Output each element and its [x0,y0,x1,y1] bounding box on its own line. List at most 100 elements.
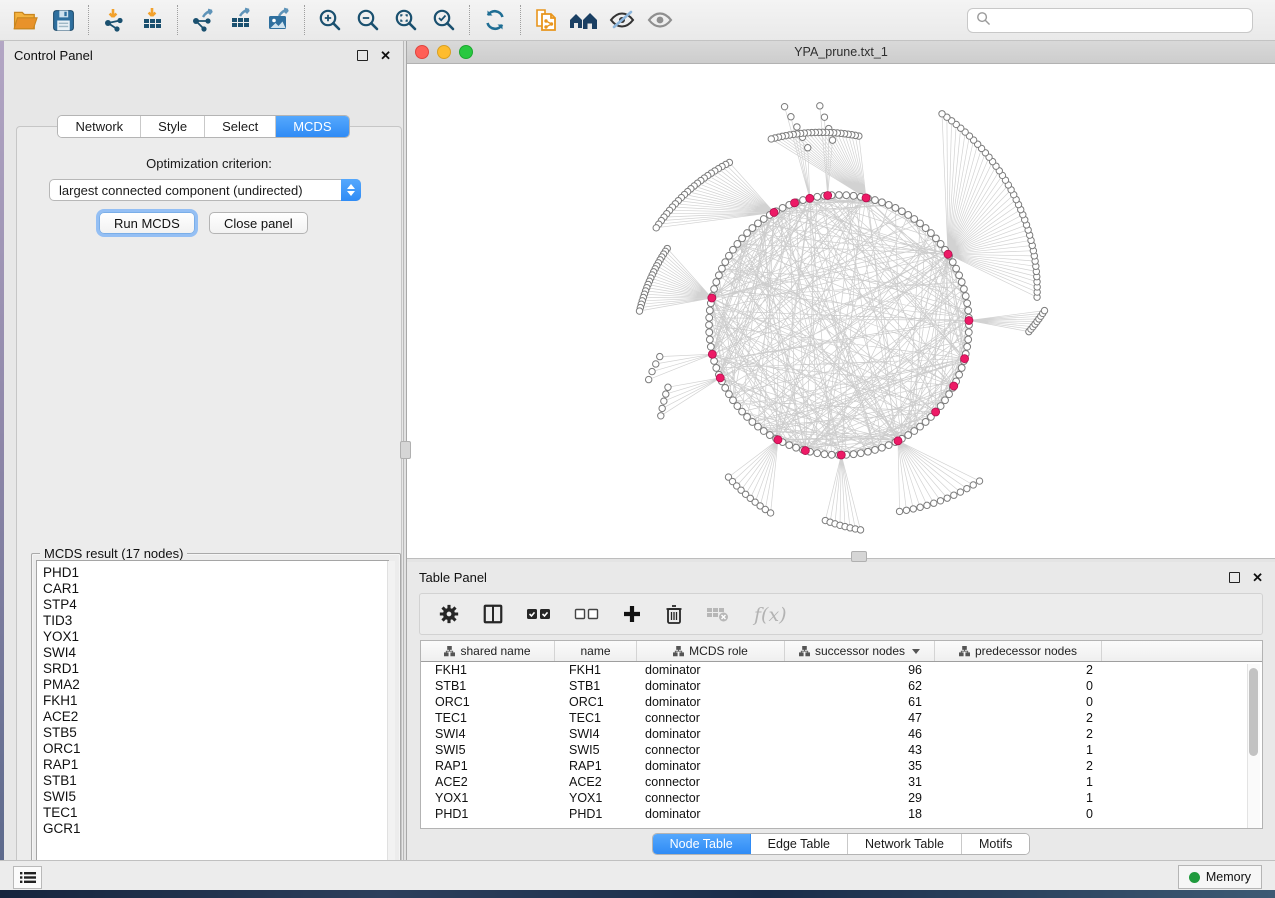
float-table-panel-icon[interactable] [1229,572,1240,583]
close-panel-button[interactable]: Close panel [209,212,308,234]
table-cell-shared-name[interactable]: PHD1 [421,807,555,821]
table-cell-shared-name[interactable]: RAP1 [421,759,555,773]
open-file-button[interactable] [6,3,44,37]
memory-button[interactable]: Memory [1178,865,1262,889]
tab-node-table[interactable]: Node Table [653,834,751,854]
network-window-titlebar[interactable]: YPA_prune.txt_1 [407,41,1275,64]
close-table-panel-icon[interactable]: ✕ [1252,573,1263,582]
hide-selected-button[interactable] [603,3,641,37]
table-cell-predecessor-nodes[interactable]: 0 [935,695,1102,709]
refresh-view-button[interactable] [476,3,514,37]
table-cell-mcds-role[interactable]: dominator [637,663,785,677]
mcds-result-item[interactable]: RAP1 [43,757,388,773]
table-row[interactable]: YOX1YOX1connector291 [421,790,1262,806]
network-canvas[interactable] [407,64,1275,558]
column-header-name[interactable]: name [555,641,637,661]
mcds-result-item[interactable]: PMA2 [43,677,388,693]
mcds-result-item[interactable]: STP4 [43,597,388,613]
table-scrollbar[interactable] [1247,664,1260,828]
tab-motifs[interactable]: Motifs [962,834,1029,854]
mcds-result-item[interactable]: TEC1 [43,805,388,821]
column-header-shared-name[interactable]: shared name [421,641,555,661]
session-docs-button[interactable] [527,3,565,37]
table-cell-shared-name[interactable]: TEC1 [421,711,555,725]
mcds-result-item[interactable]: TID3 [43,613,388,629]
select-all-columns-button[interactable] [526,606,552,622]
mcds-list-scrollbar[interactable] [387,561,395,898]
float-panel-icon[interactable] [357,50,368,61]
mcds-result-item[interactable]: ACE2 [43,709,388,725]
table-row[interactable]: SWI4SWI4dominator462 [421,726,1262,742]
table-cell-mcds-role[interactable]: dominator [637,679,785,693]
table-cell-shared-name[interactable]: ORC1 [421,695,555,709]
table-cell-predecessor-nodes[interactable]: 1 [935,775,1102,789]
table-cell-name[interactable]: SWI5 [555,743,637,757]
mcds-result-item[interactable]: PHD1 [43,565,388,581]
import-table-button[interactable] [133,3,171,37]
table-cell-successor-nodes[interactable]: 31 [785,775,935,789]
table-cell-successor-nodes[interactable]: 18 [785,807,935,821]
criterion-dropdown[interactable]: largest connected component (undirected) [49,179,361,201]
table-cell-name[interactable]: ORC1 [555,695,637,709]
table-scrollbar-thumb[interactable] [1249,668,1258,756]
table-cell-mcds-role[interactable]: connector [637,711,785,725]
vertical-splitter-grip[interactable] [400,441,411,459]
network-graph[interactable] [407,64,1275,558]
show-column-browser-button[interactable] [482,603,504,625]
table-cell-predecessor-nodes[interactable]: 1 [935,743,1102,757]
save-session-button[interactable] [44,3,82,37]
table-cell-predecessor-nodes[interactable]: 0 [935,807,1102,821]
table-cell-name[interactable]: FKH1 [555,663,637,677]
table-cell-shared-name[interactable]: FKH1 [421,663,555,677]
table-cell-name[interactable]: TEC1 [555,711,637,725]
table-cell-name[interactable]: PHD1 [555,807,637,821]
delete-column-button[interactable] [664,603,684,625]
table-row[interactable]: SWI5SWI5connector431 [421,742,1262,758]
export-image-button[interactable] [260,3,298,37]
tab-network[interactable]: Network [58,116,141,137]
column-header-successor-nodes[interactable]: successor nodes [785,641,935,661]
mcds-result-item[interactable]: SRD1 [43,661,388,677]
table-cell-mcds-role[interactable]: connector [637,743,785,757]
table-cell-mcds-role[interactable]: connector [637,775,785,789]
table-cell-successor-nodes[interactable]: 35 [785,759,935,773]
import-network-button[interactable] [95,3,133,37]
table-cell-predecessor-nodes[interactable]: 2 [935,663,1102,677]
create-column-button[interactable] [622,604,642,624]
mcds-result-item[interactable]: SWI4 [43,645,388,661]
zoom-fit-button[interactable] [387,3,425,37]
search-input[interactable] [997,12,1244,29]
table-cell-predecessor-nodes[interactable]: 2 [935,759,1102,773]
export-network-button[interactable] [184,3,222,37]
horizontal-splitter-grip[interactable] [851,551,867,562]
export-table-button[interactable] [222,3,260,37]
table-row[interactable]: FKH1FKH1dominator962 [421,662,1262,678]
table-cell-predecessor-nodes[interactable]: 2 [935,727,1102,741]
table-row[interactable]: ACE2ACE2connector311 [421,774,1262,790]
table-cell-successor-nodes[interactable]: 61 [785,695,935,709]
table-cell-shared-name[interactable]: STB1 [421,679,555,693]
table-cell-name[interactable]: YOX1 [555,791,637,805]
table-cell-successor-nodes[interactable]: 46 [785,727,935,741]
mcds-result-item[interactable]: ORC1 [43,741,388,757]
show-all-button[interactable] [641,3,679,37]
table-cell-shared-name[interactable]: SWI5 [421,743,555,757]
table-cell-name[interactable]: RAP1 [555,759,637,773]
column-header-mcds-role[interactable]: MCDS role [637,641,785,661]
table-cell-name[interactable]: STB1 [555,679,637,693]
zoom-in-button[interactable] [311,3,349,37]
mcds-result-list[interactable]: PHD1CAR1STP4TID3YOX1SWI4SRD1PMA2FKH1ACE2… [36,560,389,898]
table-cell-successor-nodes[interactable]: 29 [785,791,935,805]
mcds-result-item[interactable]: SWI5 [43,789,388,805]
table-row[interactable]: TEC1TEC1connector472 [421,710,1262,726]
table-cell-mcds-role[interactable]: dominator [637,807,785,821]
tab-network-table[interactable]: Network Table [848,834,962,854]
table-cell-mcds-role[interactable]: dominator [637,727,785,741]
tab-edge-table[interactable]: Edge Table [751,834,848,854]
mcds-result-item[interactable]: STB5 [43,725,388,741]
table-cell-mcds-role[interactable]: dominator [637,759,785,773]
table-cell-successor-nodes[interactable]: 43 [785,743,935,757]
mcds-result-item[interactable]: YOX1 [43,629,388,645]
home-button[interactable] [565,3,603,37]
table-row[interactable]: RAP1RAP1dominator352 [421,758,1262,774]
